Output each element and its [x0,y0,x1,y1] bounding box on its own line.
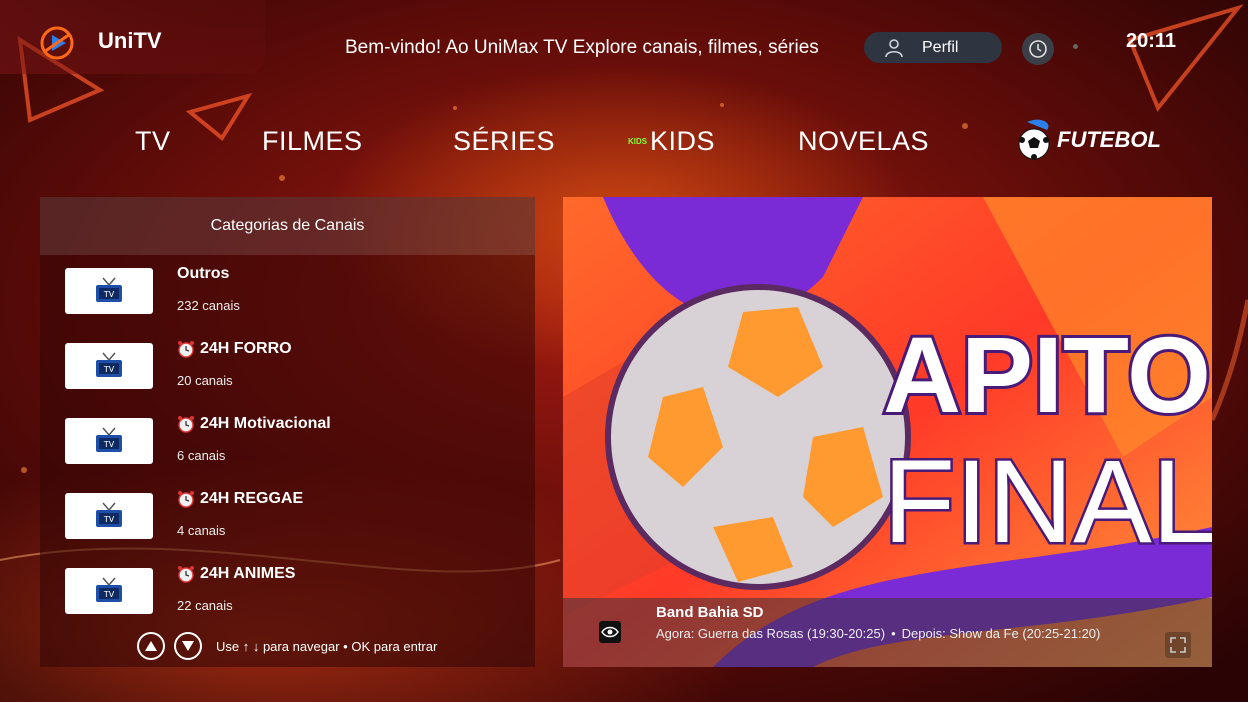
soccer-ball-icon [1018,119,1050,160]
clock-button[interactable] [1022,33,1054,65]
category-name: 24H ANIMES [177,565,295,583]
eye-icon [601,626,619,638]
tv-icon: TV [96,277,122,302]
categories-header: Categorias de Canais [40,197,535,255]
category-name-text: 24H REGGAE [200,490,304,507]
navigation-hint: Use ↑ ↓ para navegar • OK para entrar [216,638,438,654]
category-name-text: 24H FORRO [200,340,292,357]
video-frame: APITO FINAL [563,197,1212,667]
category-count: 6 canais [177,448,226,463]
tv-icon-label: TV [103,590,115,599]
scroll-down-button[interactable] [174,632,202,660]
logo-area: UniTV [0,0,265,74]
category-row[interactable]: TV Outros 232 canais [40,255,535,330]
kids-logo-tag: KIDS [628,137,648,146]
tv-icon: TV [96,352,122,377]
video-preview[interactable]: APITO FINAL Band Bahia SD Agora: Guerra … [563,197,1212,667]
arrow-down-icon [182,641,194,651]
epg-info: Agora: Guerra das Rosas (19:30-20:25) • De… [656,626,1100,641]
category-row[interactable]: TV 24H FORRO 20 canais [40,330,535,405]
clock-icon [1029,40,1047,58]
category-count: 22 canais [177,598,233,613]
category-name-text: Outros [177,265,230,282]
categories-footer: Use ↑ ↓ para navegar • OK para entrar [40,627,535,665]
category-name: Outros [177,265,229,283]
fullscreen-button[interactable] [1165,632,1191,658]
epg-next: Depois: Show da Fe (20:25-21:20) [901,626,1101,641]
channel-info-bar: Band Bahia SD Agora: Guerra das Rosas (1… [563,598,1212,667]
tv-icon-label: TV [103,365,115,374]
nav-futebol-label: FUTEBOL [1057,127,1161,152]
art-text-final: FINAL [883,436,1212,568]
category-name: 24H Motivacional [177,415,331,433]
category-name-text: 24H ANIMES [200,565,296,582]
category-row[interactable]: TV 24H Motivacional 6 canais [40,405,535,480]
category-count: 4 canais [177,523,226,538]
category-thumbnail: TV [65,568,153,614]
category-thumbnail: TV [65,493,153,539]
profile-label: Perfil [922,38,959,56]
category-count: 20 canais [177,373,233,388]
epg-now: Agora: Guerra das Rosas (19:30-20:25) [656,626,886,641]
scroll-up-button[interactable] [137,632,165,660]
tv-icon-label: TV [103,290,115,299]
user-icon [885,38,903,57]
tv-icon: TV [96,577,122,602]
categories-panel: Categorias de Canais TV Outros 232 canai… [40,197,535,667]
tv-icon-label: TV [103,440,115,449]
categories-title: Categorias de Canais [210,217,365,234]
tv-icon-label: TV [103,515,115,524]
arrow-up-icon [145,641,157,651]
tv-icon: TV [96,427,122,452]
app-logo-icon [40,26,74,60]
nav-series[interactable]: SÉRIES [453,126,555,157]
category-thumbnail: TV [65,343,153,389]
channel-name: Band Bahia SD [656,604,764,621]
nav-kids[interactable]: KIDS [650,126,715,157]
category-name-text: 24H Motivacional [200,415,331,432]
main-nav: TV FILMES SÉRIES KIDS KIDS NOVELAS FUTEB… [0,118,1248,168]
app-title: UniTV [98,28,162,53]
tv-icon: TV [96,502,122,527]
status-dot [1073,44,1078,49]
nav-filmes[interactable]: FILMES [262,126,363,157]
category-name: 24H REGGAE [177,490,303,508]
eye-icon-box[interactable] [599,621,621,643]
welcome-ticker: Bem-vindo! Ao UniMax TV Explore canais, … [345,37,819,58]
top-bar: UniTV Bem-vindo! Ao UniMax TV Explore ca… [0,0,1248,88]
nav-futebol[interactable]: FUTEBOL [1017,118,1161,162]
clock-time: 20:11 [1126,30,1177,52]
category-thumbnail: TV [65,268,153,314]
category-name: 24H FORRO [177,340,292,358]
art-text-apito: APITO [883,314,1211,435]
category-count: 232 canais [177,298,240,313]
nav-novelas[interactable]: NOVELAS [798,126,929,157]
profile-button[interactable]: Perfil [864,32,1002,63]
category-thumbnail: TV [65,418,153,464]
category-row[interactable]: TV 24H ANIMES 22 canais [40,555,535,630]
epg-separator: • [891,626,896,641]
category-row[interactable]: TV 24H REGGAE 4 canais [40,480,535,555]
expand-icon [1170,637,1186,653]
alarm-clock-icon [178,341,194,358]
alarm-clock-icon [178,416,194,433]
alarm-clock-icon [178,491,194,508]
nav-tv[interactable]: TV [135,126,171,157]
alarm-clock-icon [178,566,194,583]
